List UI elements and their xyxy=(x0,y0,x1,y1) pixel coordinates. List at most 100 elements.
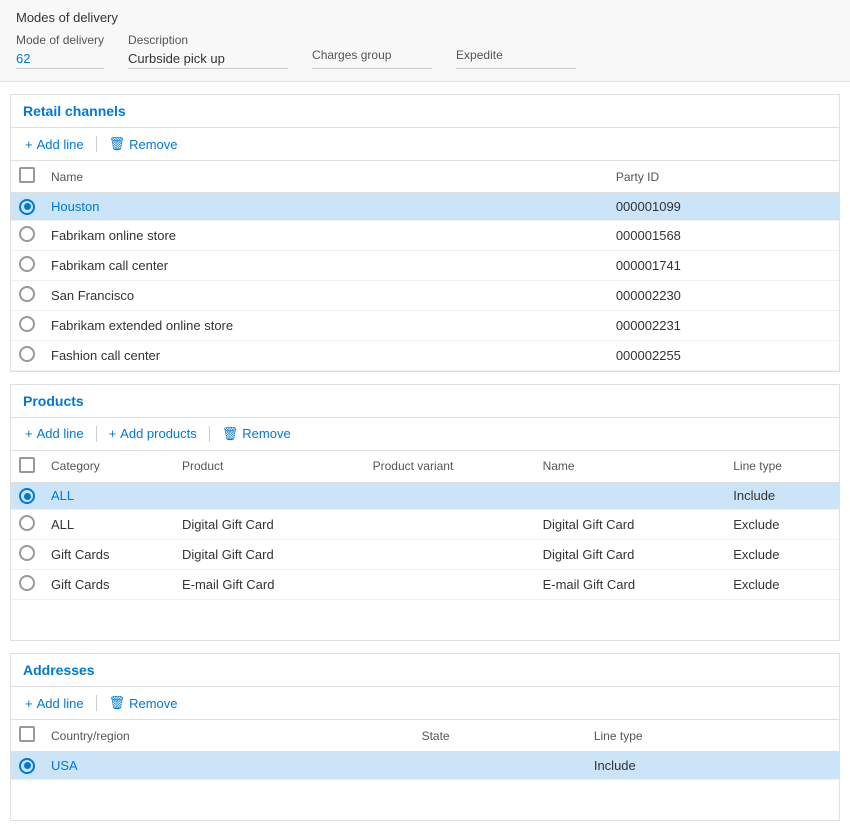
row-radio-cell[interactable] xyxy=(11,310,43,340)
charges-group-field-group: Charges group xyxy=(312,48,432,69)
products-variant-header: Product variant xyxy=(365,451,535,483)
row-radio[interactable] xyxy=(19,488,35,504)
table-row[interactable]: San Francisco 000002230 xyxy=(11,280,839,310)
mode-value[interactable]: 62 xyxy=(16,49,104,69)
products-add-line-button[interactable]: + Add line xyxy=(21,424,88,443)
row-radio[interactable] xyxy=(19,256,35,272)
add-products-label: Add products xyxy=(120,426,197,441)
product-category[interactable]: Gift Cards xyxy=(43,540,174,570)
table-row[interactable]: Fabrikam extended online store 000002231 xyxy=(11,310,839,340)
row-radio-cell[interactable] xyxy=(11,540,43,570)
product-line-type: Exclude xyxy=(725,540,839,570)
expedite-label: Expedite xyxy=(456,48,576,62)
table-row[interactable]: Fabrikam call center 000001741 xyxy=(11,250,839,280)
charges-group-value[interactable] xyxy=(312,64,432,69)
expedite-field-group: Expedite xyxy=(456,48,576,69)
charges-group-label: Charges group xyxy=(312,48,432,62)
row-radio-cell[interactable] xyxy=(11,752,43,780)
product-display-name: E-mail Gift Card xyxy=(535,570,726,600)
product-line-type: Exclude xyxy=(725,570,839,600)
product-name: Digital Gift Card xyxy=(174,510,365,540)
retail-channels-remove-button[interactable]: 🗑 Remove xyxy=(105,134,182,154)
product-name xyxy=(174,482,365,510)
row-radio[interactable] xyxy=(19,515,35,531)
addresses-check-header[interactable] xyxy=(11,720,43,752)
description-value[interactable]: Curbside pick up xyxy=(128,49,288,69)
table-row[interactable]: Gift Cards Digital Gift Card Digital Gif… xyxy=(11,540,839,570)
channel-party-id: 000001741 xyxy=(608,250,839,280)
table-row[interactable]: Gift Cards E-mail Gift Card E-mail Gift … xyxy=(11,570,839,600)
table-row[interactable]: ALL Digital Gift Card Digital Gift Card … xyxy=(11,510,839,540)
row-radio-cell[interactable] xyxy=(11,340,43,370)
mode-label: Mode of delivery xyxy=(16,33,104,47)
retail-channels-party-id-header: Party ID xyxy=(608,161,839,193)
row-radio-cell[interactable] xyxy=(11,250,43,280)
table-row[interactable]: Houston 000001099 xyxy=(11,193,839,221)
channel-name[interactable]: Fabrikam extended online store xyxy=(43,310,608,340)
row-radio[interactable] xyxy=(19,575,35,591)
row-radio[interactable] xyxy=(19,286,35,302)
addresses-empty-space xyxy=(11,780,839,820)
products-toolbar: + Add line + Add products 🗑 Remove xyxy=(11,418,839,451)
product-category[interactable]: Gift Cards xyxy=(43,570,174,600)
address-country[interactable]: USA xyxy=(43,752,414,780)
addresses-header-checkbox[interactable] xyxy=(19,726,35,742)
products-product-header: Product xyxy=(174,451,365,483)
product-line-type: Exclude xyxy=(725,510,839,540)
row-radio[interactable] xyxy=(19,199,35,215)
products-header-checkbox[interactable] xyxy=(19,457,35,473)
row-radio-cell[interactable] xyxy=(11,280,43,310)
addresses-country-header: Country/region xyxy=(43,720,414,752)
retail-channels-check-header[interactable] xyxy=(11,161,43,193)
product-category[interactable]: ALL xyxy=(43,510,174,540)
product-display-name: Digital Gift Card xyxy=(535,540,726,570)
product-variant xyxy=(365,540,535,570)
page: Modes of delivery Mode of delivery 62 De… xyxy=(0,0,850,821)
add-line-label: Add line xyxy=(37,137,84,152)
table-row[interactable]: Fashion call center 000002255 xyxy=(11,340,839,370)
row-radio[interactable] xyxy=(19,346,35,362)
row-radio-cell[interactable] xyxy=(11,193,43,221)
channel-party-id: 000002230 xyxy=(608,280,839,310)
products-remove-button[interactable]: 🗑 Remove xyxy=(218,424,295,444)
modes-fields: Mode of delivery 62 Description Curbside… xyxy=(16,33,834,69)
row-radio-cell[interactable] xyxy=(11,220,43,250)
products-add-products-button[interactable]: + Add products xyxy=(105,424,201,443)
addresses-state-header: State xyxy=(414,720,586,752)
table-row[interactable]: Fabrikam online store 000001568 xyxy=(11,220,839,250)
row-radio[interactable] xyxy=(19,226,35,242)
retail-channels-add-line-button[interactable]: + Add line xyxy=(21,135,88,154)
trash-icon: 🗑 xyxy=(109,136,126,152)
description-label: Description xyxy=(128,33,288,47)
modes-of-delivery-section: Modes of delivery Mode of delivery 62 De… xyxy=(0,0,850,82)
trash-icon: 🗑 xyxy=(109,695,126,711)
channel-name[interactable]: Houston xyxy=(43,193,608,221)
product-name: Digital Gift Card xyxy=(174,540,365,570)
row-radio[interactable] xyxy=(19,316,35,332)
header-checkbox[interactable] xyxy=(19,167,35,183)
plus-icon: + xyxy=(25,426,33,441)
channel-name[interactable]: Fabrikam call center xyxy=(43,250,608,280)
addresses-remove-button[interactable]: 🗑 Remove xyxy=(105,693,182,713)
add-line-label: Add line xyxy=(37,696,84,711)
product-category[interactable]: ALL xyxy=(43,482,174,510)
remove-label: Remove xyxy=(129,137,177,152)
row-radio[interactable] xyxy=(19,545,35,561)
channel-name[interactable]: Fashion call center xyxy=(43,340,608,370)
trash-icon: 🗑 xyxy=(222,426,239,442)
row-radio-cell[interactable] xyxy=(11,510,43,540)
retail-channels-section: Retail channels + Add line 🗑 Remove Name xyxy=(10,94,840,372)
products-check-header[interactable] xyxy=(11,451,43,483)
table-row[interactable]: ALL Include xyxy=(11,482,839,510)
addresses-add-line-button[interactable]: + Add line xyxy=(21,694,88,713)
product-display-name: Digital Gift Card xyxy=(535,510,726,540)
channel-name[interactable]: San Francisco xyxy=(43,280,608,310)
channel-name[interactable]: Fabrikam online store xyxy=(43,220,608,250)
row-radio-cell[interactable] xyxy=(11,482,43,510)
expedite-value[interactable] xyxy=(456,64,576,69)
row-radio-cell[interactable] xyxy=(11,570,43,600)
table-row[interactable]: USA Include xyxy=(11,752,839,780)
row-radio[interactable] xyxy=(19,758,35,774)
addresses-table: Country/region State Line type USA Inclu… xyxy=(11,720,839,780)
plus-icon: + xyxy=(25,137,33,152)
